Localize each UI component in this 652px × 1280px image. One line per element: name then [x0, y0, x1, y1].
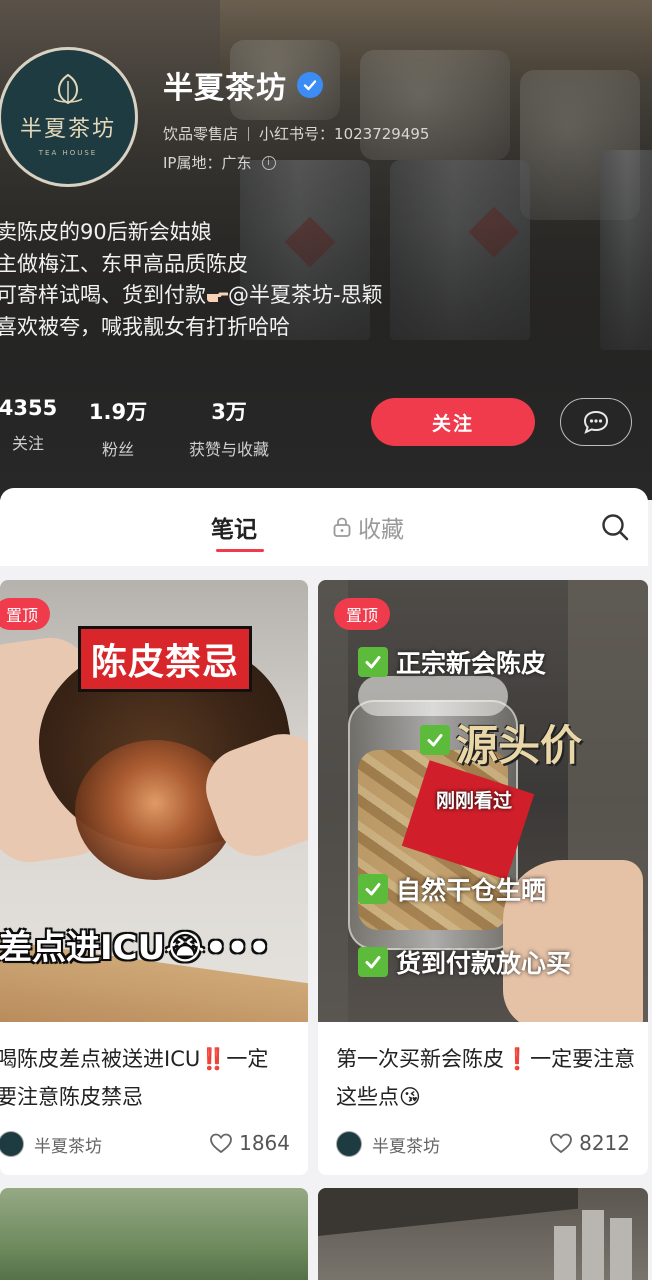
red-id[interactable]: 1023729495 [334, 125, 429, 143]
follow-button[interactable]: 关注 [371, 398, 535, 446]
ip-meta: IP属地： 广东 i [163, 152, 276, 173]
note-likes[interactable]: 8212 [549, 1131, 630, 1155]
cover-line: 货到付款放心买 [358, 944, 571, 980]
cover-door-panel [318, 580, 348, 1022]
avatar[interactable]: 半夏茶坊 TEA HOUSE [0, 47, 138, 187]
tab-favorites[interactable]: 收藏 [332, 510, 404, 544]
heart-icon [210, 1133, 232, 1154]
note-card[interactable]: 陈皮禁忌 差点进ICU😭••• 置顶 喝陈皮差点被送进ICU‼️一定要注意陈皮禁… [0, 580, 308, 1175]
message-button[interactable] [560, 398, 632, 446]
bio-line: 喜欢被夸，喊我靓女有打折哈哈 [0, 314, 290, 339]
stat-label: 获赞与收藏 [188, 440, 269, 459]
author-avatar [336, 1131, 362, 1157]
pinned-badge: 置顶 [334, 598, 391, 630]
note-author[interactable]: 半夏茶坊 [336, 1131, 440, 1157]
ip-location: 广东 [221, 154, 252, 172]
search-icon[interactable] [600, 512, 630, 542]
pointing-hand-icon [207, 292, 228, 302]
cover-line-text: 正宗新会陈皮 [396, 649, 547, 678]
note-card-partial[interactable] [318, 1188, 648, 1280]
note-cover[interactable]: 正宗新会陈皮 源头价 刚刚看过 自然干仓生晒 货到付款放心买 置顶 [318, 580, 648, 1022]
bio-line: 可寄样试喝、货到付款 @半夏茶坊-思颖 [0, 280, 516, 312]
chat-icon [583, 410, 609, 434]
bio-mention-link[interactable]: @半夏茶坊-思颖 [228, 283, 383, 307]
pinned-badge: 置顶 [0, 598, 51, 630]
like-count: 1864 [239, 1131, 290, 1155]
bio-line: 卖陈皮的90后新会姑娘 [0, 220, 212, 244]
verified-icon [297, 72, 323, 98]
stat-likes-and-saves[interactable]: 3万 获赞与收藏 [176, 396, 282, 460]
account-meta: 饮品零售店 小红书号： 1023729495 [163, 123, 429, 144]
profile-name: 半夏茶坊 [163, 71, 287, 106]
cover-price-text: 源头价 [456, 721, 583, 770]
check-icon [358, 874, 388, 904]
cover-line-text: 货到付款放心买 [396, 949, 572, 978]
cover-line: 正宗新会陈皮 [358, 644, 546, 680]
cover-line [420, 725, 458, 755]
stat-value: 3万 [211, 400, 247, 424]
like-count: 8212 [579, 1131, 630, 1155]
content-tabs: 笔记 收藏 [0, 488, 648, 566]
note-author[interactable]: 半夏茶坊 [0, 1131, 102, 1157]
cover-roof [318, 1188, 578, 1236]
bio-line: 主做梅江、东甲高品质陈皮 [0, 251, 248, 276]
author-name: 半夏茶坊 [372, 1136, 440, 1157]
cover-line-text: 自然干仓生晒 [396, 876, 547, 905]
stat-followers[interactable]: 1.9万 粉丝 [82, 396, 154, 460]
avatar-logo-subtext: TEA HOUSE [38, 149, 98, 157]
stat-value: 1.9万 [88, 400, 148, 424]
author-avatar [0, 1131, 24, 1157]
cover-title: 陈皮禁忌 [78, 626, 253, 692]
meta-divider [248, 126, 250, 141]
cover-line: 自然干仓生晒 [358, 871, 546, 907]
tab-notes[interactable]: 笔记 [211, 510, 257, 544]
lock-icon [333, 517, 351, 537]
note-title[interactable]: 喝陈皮差点被送进ICU‼️一定要注意陈皮禁忌 [0, 1040, 286, 1116]
check-icon [420, 725, 450, 755]
stat-label: 关注 [11, 434, 44, 453]
note-card-partial[interactable] [0, 1188, 308, 1280]
red-id-label: 小红书号： [259, 125, 335, 143]
note-title[interactable]: 第一次买新会陈皮❗一定要注意这些点😘 [336, 1040, 636, 1116]
heart-icon [550, 1133, 572, 1154]
cover-building [610, 1218, 632, 1280]
stat-following[interactable]: 4355 关注 [0, 396, 58, 454]
note-likes[interactable]: 1864 [209, 1131, 290, 1155]
name-row: 半夏茶坊 [163, 63, 323, 107]
cover-building [554, 1226, 576, 1280]
account-category: 饮品零售店 [163, 125, 239, 143]
check-icon [358, 947, 388, 977]
profile-header: 半夏茶坊 TEA HOUSE 半夏茶坊 饮品零售店 小红书号： 10237294… [0, 0, 652, 500]
note-card[interactable]: 正宗新会陈皮 源头价 刚刚看过 自然干仓生晒 货到付款放心买 置顶 第一次买新会… [318, 580, 648, 1175]
leaf-logo-icon [53, 73, 83, 105]
note-cover[interactable]: 陈皮禁忌 差点进ICU😭••• 置顶 [0, 580, 308, 1022]
stat-label: 粉丝 [101, 440, 134, 459]
author-name: 半夏茶坊 [34, 1136, 102, 1157]
profile-bio: 卖陈皮的90后新会姑娘 主做梅江、东甲高品质陈皮 可寄样试喝、货到付款 @半夏茶坊… [0, 217, 516, 343]
stat-value: 4355 [0, 396, 58, 420]
cover-building [582, 1210, 604, 1280]
bio-text: 可寄样试喝、货到付款 [0, 283, 206, 307]
cover-caption: 差点进ICU😭••• [0, 928, 271, 968]
avatar-logo-text: 半夏茶坊 [19, 117, 116, 142]
info-icon[interactable]: i [261, 155, 276, 170]
recently-viewed-overlay: 刚刚看过 [436, 790, 513, 812]
ip-label: IP属地： [163, 154, 222, 172]
tab-favorites-label: 收藏 [358, 517, 404, 543]
check-icon [358, 647, 388, 677]
active-tab-indicator [216, 549, 264, 552]
